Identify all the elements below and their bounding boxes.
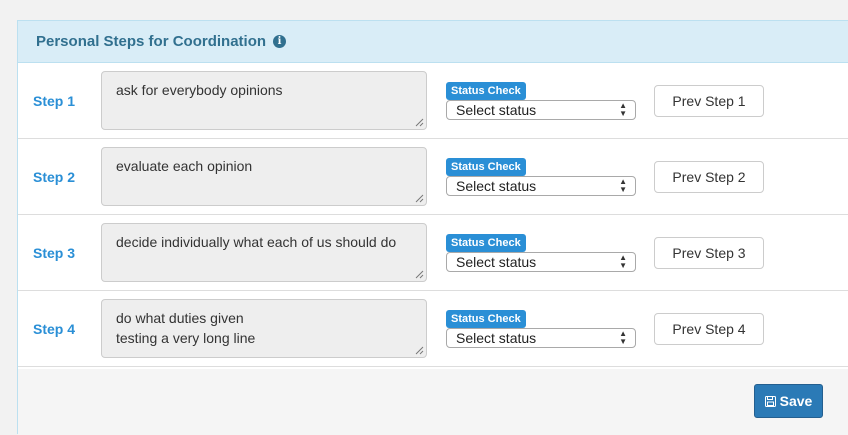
prev-step-button[interactable]: Prev Step 4 — [654, 313, 764, 345]
step-label: Step 1 — [33, 93, 76, 109]
status-select-value: Select status — [456, 254, 537, 270]
resize-grip-icon[interactable] — [415, 194, 424, 203]
select-arrows-icon: ▲ ▼ — [619, 329, 627, 346]
select-arrows-icon: ▲ ▼ — [619, 177, 627, 194]
prev-step-button[interactable]: Prev Step 3 — [654, 237, 764, 269]
select-arrows-icon: ▲ ▼ — [619, 253, 627, 270]
resize-grip-icon[interactable] — [415, 118, 424, 127]
step-row: Step 2 evaluate each opinion Status Chec… — [18, 139, 848, 215]
floppy-disk-icon — [764, 395, 776, 407]
status-select[interactable]: Select status ▲ ▼ — [446, 176, 636, 196]
step-row: Step 1 ask for everybody opinions Status… — [18, 63, 848, 139]
prev-step-button[interactable]: Prev Step 1 — [654, 85, 764, 117]
step-label: Step 2 — [33, 169, 76, 185]
status-select[interactable]: Select status ▲ ▼ — [446, 328, 636, 348]
status-group: Status Check Select status ▲ ▼ — [446, 157, 636, 196]
status-group: Status Check Select status ▲ ▼ — [446, 81, 636, 120]
status-group: Status Check Select status ▲ ▼ — [446, 233, 636, 272]
status-select[interactable]: Select status ▲ ▼ — [446, 100, 636, 120]
step-label: Step 3 — [33, 245, 76, 261]
coordination-panel: Personal Steps for Coordination i Step 1… — [17, 20, 848, 435]
status-check-badge: Status Check — [446, 158, 526, 176]
step-textarea[interactable]: ask for everybody opinions — [101, 71, 427, 130]
info-circle-icon[interactable]: i — [273, 35, 287, 48]
status-check-badge: Status Check — [446, 310, 526, 328]
prev-step-button[interactable]: Prev Step 2 — [654, 161, 764, 193]
select-arrows-icon: ▲ ▼ — [619, 101, 627, 118]
status-group: Status Check Select status ▲ ▼ — [446, 309, 636, 348]
panel-footer: Save — [18, 369, 848, 435]
step-row: Step 3 decide individually what each of … — [18, 215, 848, 291]
status-select-value: Select status — [456, 102, 537, 118]
save-button[interactable]: Save — [754, 384, 823, 418]
step-textarea[interactable]: do what duties given testing a very long… — [101, 299, 427, 358]
status-select-value: Select status — [456, 330, 537, 346]
status-select[interactable]: Select status ▲ ▼ — [446, 252, 636, 272]
resize-grip-icon[interactable] — [415, 346, 424, 355]
panel-title: Personal Steps for Coordination — [36, 33, 267, 50]
panel-heading: Personal Steps for Coordination i — [18, 21, 848, 63]
save-label: Save — [779, 393, 813, 409]
step-label: Step 4 — [33, 321, 76, 337]
step-row: Step 4 do what duties given testing a ve… — [18, 291, 848, 367]
status-select-value: Select status — [456, 178, 537, 194]
status-check-badge: Status Check — [446, 234, 526, 252]
step-textarea[interactable]: evaluate each opinion — [101, 147, 427, 206]
resize-grip-icon[interactable] — [415, 270, 424, 279]
status-check-badge: Status Check — [446, 82, 526, 100]
step-textarea[interactable]: decide individually what each of us shou… — [101, 223, 427, 282]
